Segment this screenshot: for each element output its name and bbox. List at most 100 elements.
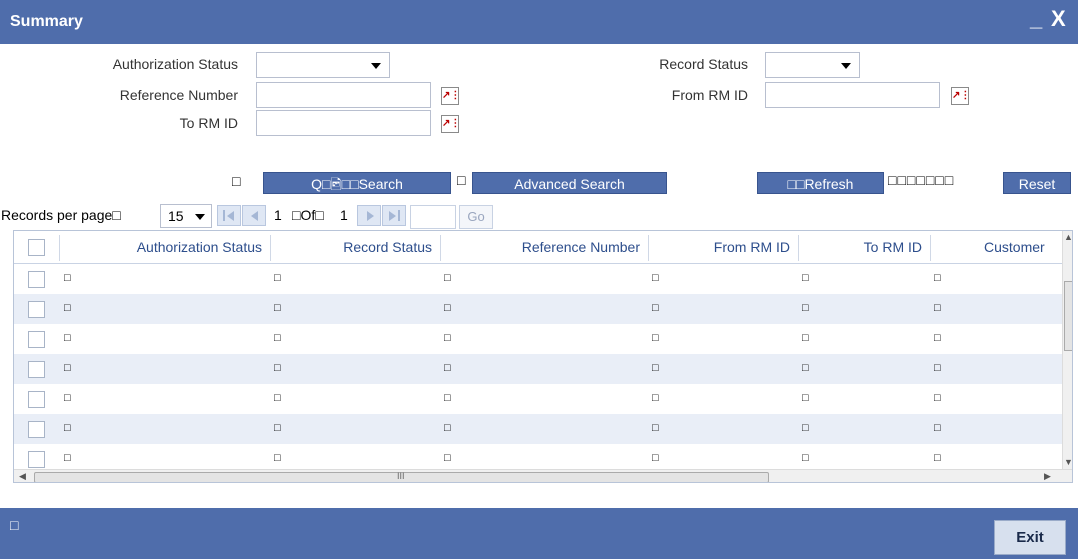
table-cell: □ [274, 332, 281, 344]
records-per-page-label: Records per page□ [1, 207, 121, 223]
record-status-label: Record Status [659, 56, 748, 72]
search-button[interactable]: Q□🖻□□Search [263, 172, 451, 194]
table-cell: □ [274, 302, 281, 314]
previous-page-button[interactable] [242, 205, 266, 226]
table-cell: □ [802, 332, 809, 344]
table-cell: □ [444, 422, 451, 434]
arrow-left-icon [251, 211, 258, 221]
column-header-record-status[interactable]: Record Status [284, 239, 432, 255]
row-checkbox[interactable] [28, 331, 45, 348]
placeholder-glyph: □ [232, 173, 242, 189]
table-cell: □ [444, 362, 451, 374]
to-rm-id-input[interactable] [256, 110, 431, 136]
column-divider [930, 235, 931, 261]
table-cell: □ [64, 422, 71, 434]
scroll-down-icon[interactable]: ▼ [1064, 457, 1072, 467]
row-checkbox[interactable] [28, 301, 45, 318]
table-row[interactable]: □ □ □ □ □ □ [14, 264, 1062, 294]
go-button[interactable]: Go [459, 205, 493, 229]
chevron-down-icon [841, 63, 851, 69]
table-cell: □ [652, 422, 659, 434]
close-button[interactable]: X [1051, 8, 1066, 30]
reference-number-input[interactable] [256, 82, 431, 108]
table-row[interactable]: □ □ □ □ □ □ [14, 384, 1062, 414]
current-page: 1 [274, 207, 282, 223]
table-cell: □ [274, 362, 281, 374]
records-per-page-value: 15 [168, 208, 184, 224]
column-header-customer[interactable]: Customer [984, 239, 1064, 255]
scroll-left-icon[interactable]: ◀ [19, 471, 26, 482]
column-header-reference-number[interactable]: Reference Number [454, 239, 640, 255]
table-cell: □ [934, 302, 941, 314]
table-cell: □ [802, 392, 809, 404]
row-checkbox[interactable] [28, 451, 45, 468]
lookup-icon[interactable]: ↗⋮ [951, 87, 970, 105]
minimize-button[interactable]: _ [1030, 8, 1042, 30]
refresh-button[interactable]: □□Refresh [757, 172, 884, 194]
lookup-icon[interactable]: ↗⋮ [441, 87, 460, 105]
table-cell: □ [64, 272, 71, 284]
table-cell: □ [64, 302, 71, 314]
table-cell: □ [802, 362, 809, 374]
exit-button[interactable]: Exit [994, 520, 1066, 555]
authorization-status-select[interactable] [256, 52, 390, 78]
column-divider [270, 235, 271, 261]
record-status-select[interactable] [765, 52, 860, 78]
table-cell: □ [444, 452, 451, 464]
from-rm-id-input[interactable] [765, 82, 940, 108]
table-row[interactable]: □ □ □ □ □ □ [14, 414, 1062, 444]
table-cell: □ [802, 272, 809, 284]
table-cell: □ [934, 452, 941, 464]
table-cell: □ [802, 452, 809, 464]
arrow-left-icon [227, 211, 234, 221]
column-header-from-rm-id[interactable]: From RM ID [654, 239, 790, 255]
last-page-icon [398, 210, 400, 221]
vertical-scrollbar[interactable]: ▲ ▼ [1062, 231, 1072, 469]
window-title: Summary [10, 13, 83, 30]
table-row[interactable]: □ □ □ □ □ □ [14, 324, 1062, 354]
row-checkbox[interactable] [28, 421, 45, 438]
table-cell: □ [652, 452, 659, 464]
reference-number-label: Reference Number [119, 87, 238, 103]
scroll-up-icon[interactable]: ▲ [1064, 232, 1072, 242]
select-all-checkbox[interactable] [28, 239, 45, 256]
horizontal-scrollbar[interactable]: ◀ III ▶ [14, 469, 1072, 482]
total-pages: 1 [340, 207, 348, 223]
pagination-bar: Records per page□ 15 1 □Of□ 1 Go [0, 204, 520, 229]
last-page-button[interactable] [382, 205, 406, 226]
records-per-page-select[interactable]: 15 [160, 204, 212, 228]
column-divider [648, 235, 649, 261]
scrollbar-thumb[interactable]: III [34, 471, 769, 482]
table-cell: □ [64, 362, 71, 374]
lookup-icon[interactable]: ↗⋮ [441, 115, 460, 133]
page-number-input[interactable] [410, 205, 456, 229]
next-page-button[interactable] [357, 205, 381, 226]
row-checkbox[interactable] [28, 271, 45, 288]
table-row[interactable]: □ □ □ □ □ □ [14, 294, 1062, 324]
row-checkbox[interactable] [28, 391, 45, 408]
row-checkbox[interactable] [28, 361, 45, 378]
status-glyph: □ [10, 517, 19, 533]
table-cell: □ [652, 332, 659, 344]
table-cell: □ [64, 332, 71, 344]
table-cell: □ [444, 302, 451, 314]
table-cell: □ [274, 392, 281, 404]
column-header-authorization-status[interactable]: Authorization Status [104, 239, 262, 255]
table-cell: □ [802, 422, 809, 434]
first-page-button[interactable] [217, 205, 241, 226]
table-cell: □ [444, 272, 451, 284]
chevron-down-icon [371, 63, 381, 69]
column-divider [59, 235, 60, 261]
scrollbar-thumb[interactable] [1064, 281, 1072, 351]
column-header-to-rm-id[interactable]: To RM ID [804, 239, 922, 255]
reset-button[interactable]: Reset [1003, 172, 1071, 194]
to-rm-id-label: To RM ID [179, 115, 238, 131]
scroll-right-icon[interactable]: ▶ [1044, 471, 1051, 482]
placeholder-glyph: □ [457, 172, 467, 188]
placeholder-glyphs: □□□□□□□ [888, 172, 955, 188]
table-row[interactable]: □ □ □ □ □ □ [14, 354, 1062, 384]
table-cell: □ [64, 452, 71, 464]
advanced-search-button[interactable]: Advanced Search [472, 172, 667, 194]
results-grid: Authorization Status Record Status Refer… [13, 230, 1073, 483]
table-cell: □ [274, 272, 281, 284]
